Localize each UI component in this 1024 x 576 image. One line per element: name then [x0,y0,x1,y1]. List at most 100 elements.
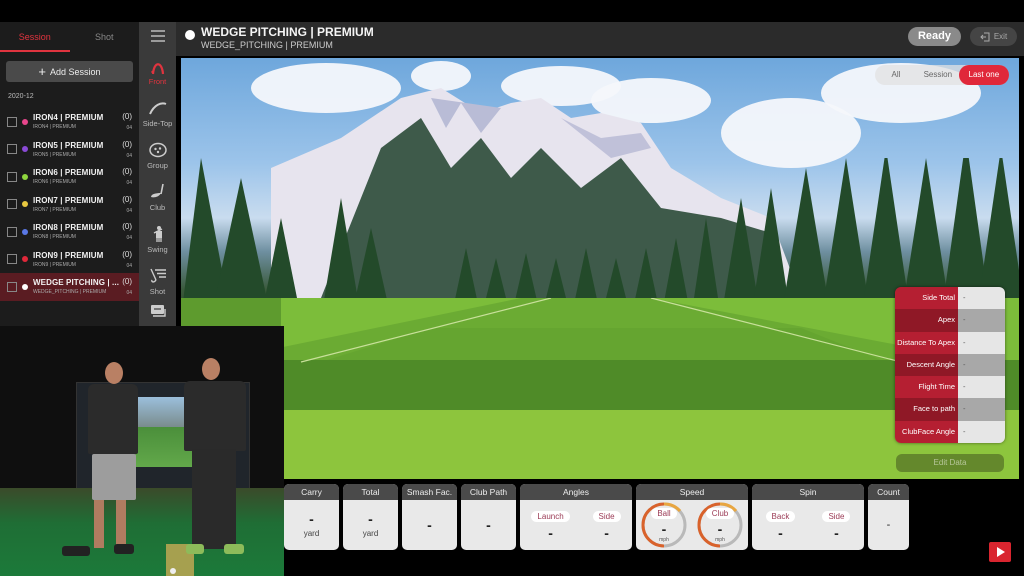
session-panel: Session Shot + Add Session 2020-12 IRON4… [0,22,139,326]
session-checkbox[interactable] [7,144,17,155]
shot-table-label: Descent Angle [895,353,958,377]
session-subtitle: IRON8 | PREMIUM [33,234,76,241]
shot-table-label: Flight Time [895,376,958,399]
golf-ball [170,568,176,574]
session-item[interactable]: IRON6 | PREMIUM IRON6 | PREMIUM (0) 04 [0,163,139,191]
session-item[interactable]: WEDGE PITCHING | ... WEDGE_PITCHING | PRE… [0,273,139,301]
club-color-dot [22,256,28,263]
swing-icon [153,225,162,242]
golf-course-view[interactable]: All Session Last one Side Total - Apex - Dis… [181,58,1019,479]
metric-spin-label: Spin [752,484,864,500]
session-checkbox[interactable] [7,199,17,210]
session-subtitle: WEDGE_PITCHING | PREMIUM [33,289,107,296]
side-angle-value: - [604,524,609,541]
session-number: 04 [126,235,132,241]
card-list-icon [150,305,166,317]
session-shot-count: (0) [122,277,132,286]
tree-line [181,158,1019,318]
side-angle: Side - [592,510,621,541]
metric-carry-label: Carry [284,484,339,500]
metric-count-value: - [886,519,891,531]
session-item[interactable]: IRON4 | PREMIUM IRON4 | PREMIUM (0) 04 [0,108,139,136]
metric-speed-label: Speed [636,484,748,500]
youtube-subscribe-icon[interactable] [989,542,1011,562]
top-header: WEDGE PITCHING | PREMIUM WEDGE_PITCHING … [176,22,1024,56]
view-group[interactable]: Group [139,134,176,176]
filter-last-one[interactable]: Last one [958,65,1009,85]
edit-data-button[interactable]: Edit Data [896,454,1004,472]
club-speed-gauge: Club - mph [696,501,744,549]
filter-all[interactable]: All [875,65,917,85]
tab-session[interactable]: Session [0,22,70,52]
exit-button[interactable]: Exit [970,27,1017,46]
front-trajectory-icon [150,62,164,74]
metric-angles-label: Angles [520,484,632,500]
session-subtitle: IRON6 | PREMIUM [33,179,76,186]
metric-speed: Speed Ball - mph Club - mph [636,484,748,550]
view-more[interactable] [139,302,176,322]
session-shot-count: (0) [122,249,132,259]
view-side-top[interactable]: Side-Top [139,92,176,134]
metric-count-label: Count [868,484,909,500]
month-label: 2020-12 [8,93,34,100]
session-checkbox[interactable] [7,171,17,182]
view-swing[interactable]: Swing [139,218,176,260]
session-item[interactable]: IRON8 | PREMIUM IRON8 | PREMIUM (0) 04 [0,218,139,246]
launch-angle-label: Launch [531,510,570,522]
view-side-top-label: Side-Top [142,118,173,128]
session-subtitle: IRON4 | PREMIUM [33,124,76,131]
filter-session[interactable]: Session [917,65,959,85]
ball-speed-value: - [661,520,667,537]
metric-club-path-label: Club Path [461,484,516,500]
session-checkbox[interactable] [7,254,17,265]
session-number: 04 [126,125,132,131]
launch-angle-value: - [548,524,553,541]
metric-club-path-value: - [486,517,491,533]
back-spin: Back - [765,510,796,540]
session-number: 04 [126,290,132,296]
metric-club-path: Club Path - [461,484,516,550]
club-color-dot [185,30,195,40]
hitting-mat [0,488,284,576]
club-color-dot [22,201,28,208]
session-checkbox[interactable] [7,226,17,237]
shot-table-label: Distance To Apex [895,331,958,354]
shot-table-label: Side Total [895,287,958,310]
shot-table-row: Face to path - [895,398,1005,421]
exit-label: Exit [993,32,1008,41]
side-spin-value: - [834,524,839,541]
shot-table-label: Face to path [895,398,958,421]
session-number: 04 [126,262,132,269]
plus-icon: + [38,64,47,79]
metric-total-label: Total [343,484,398,500]
shot-list-icon [149,268,166,283]
view-shot[interactable]: Shot [139,260,176,302]
tab-shot[interactable]: Shot [70,22,140,52]
metric-smash-value: - [427,517,432,533]
club-speed-label: Club [705,507,735,519]
view-club-label: Club [149,202,166,212]
exit-icon [980,32,990,41]
shot-table-row: Descent Angle - [895,353,1005,377]
metric-total-value: - [368,511,373,527]
club-speed-unit: mph [715,536,725,543]
session-checkbox[interactable] [7,281,17,292]
group-dispersion-icon [148,142,167,157]
menu-button[interactable] [139,22,176,50]
session-checkbox[interactable] [7,116,17,127]
session-item[interactable]: IRON9 | PREMIUM IRON9 | PREMIUM (0) 04 [0,246,139,274]
shot-table-row: Apex - [895,309,1005,332]
page-title: WEDGE PITCHING | PREMIUM [201,25,374,39]
shot-table-row: Flight Time - [895,376,1005,399]
metric-total: Total - yard [343,484,398,550]
view-front[interactable]: Front [139,50,176,92]
side-spin-label: Side [822,510,851,522]
session-shot-count: (0) [122,222,132,231]
session-shot-count: (0) [122,112,132,121]
view-club[interactable]: Club [139,176,176,218]
session-item[interactable]: IRON5 | PREMIUM IRON5 | PREMIUM (0) 04 [0,136,139,164]
session-item[interactable]: IRON7 | PREMIUM IRON7 | PREMIUM (0) 04 [0,191,139,219]
metric-carry: Carry - yard [284,484,339,550]
session-number: 04 [126,180,132,186]
add-session-button[interactable]: + Add Session [6,61,133,82]
